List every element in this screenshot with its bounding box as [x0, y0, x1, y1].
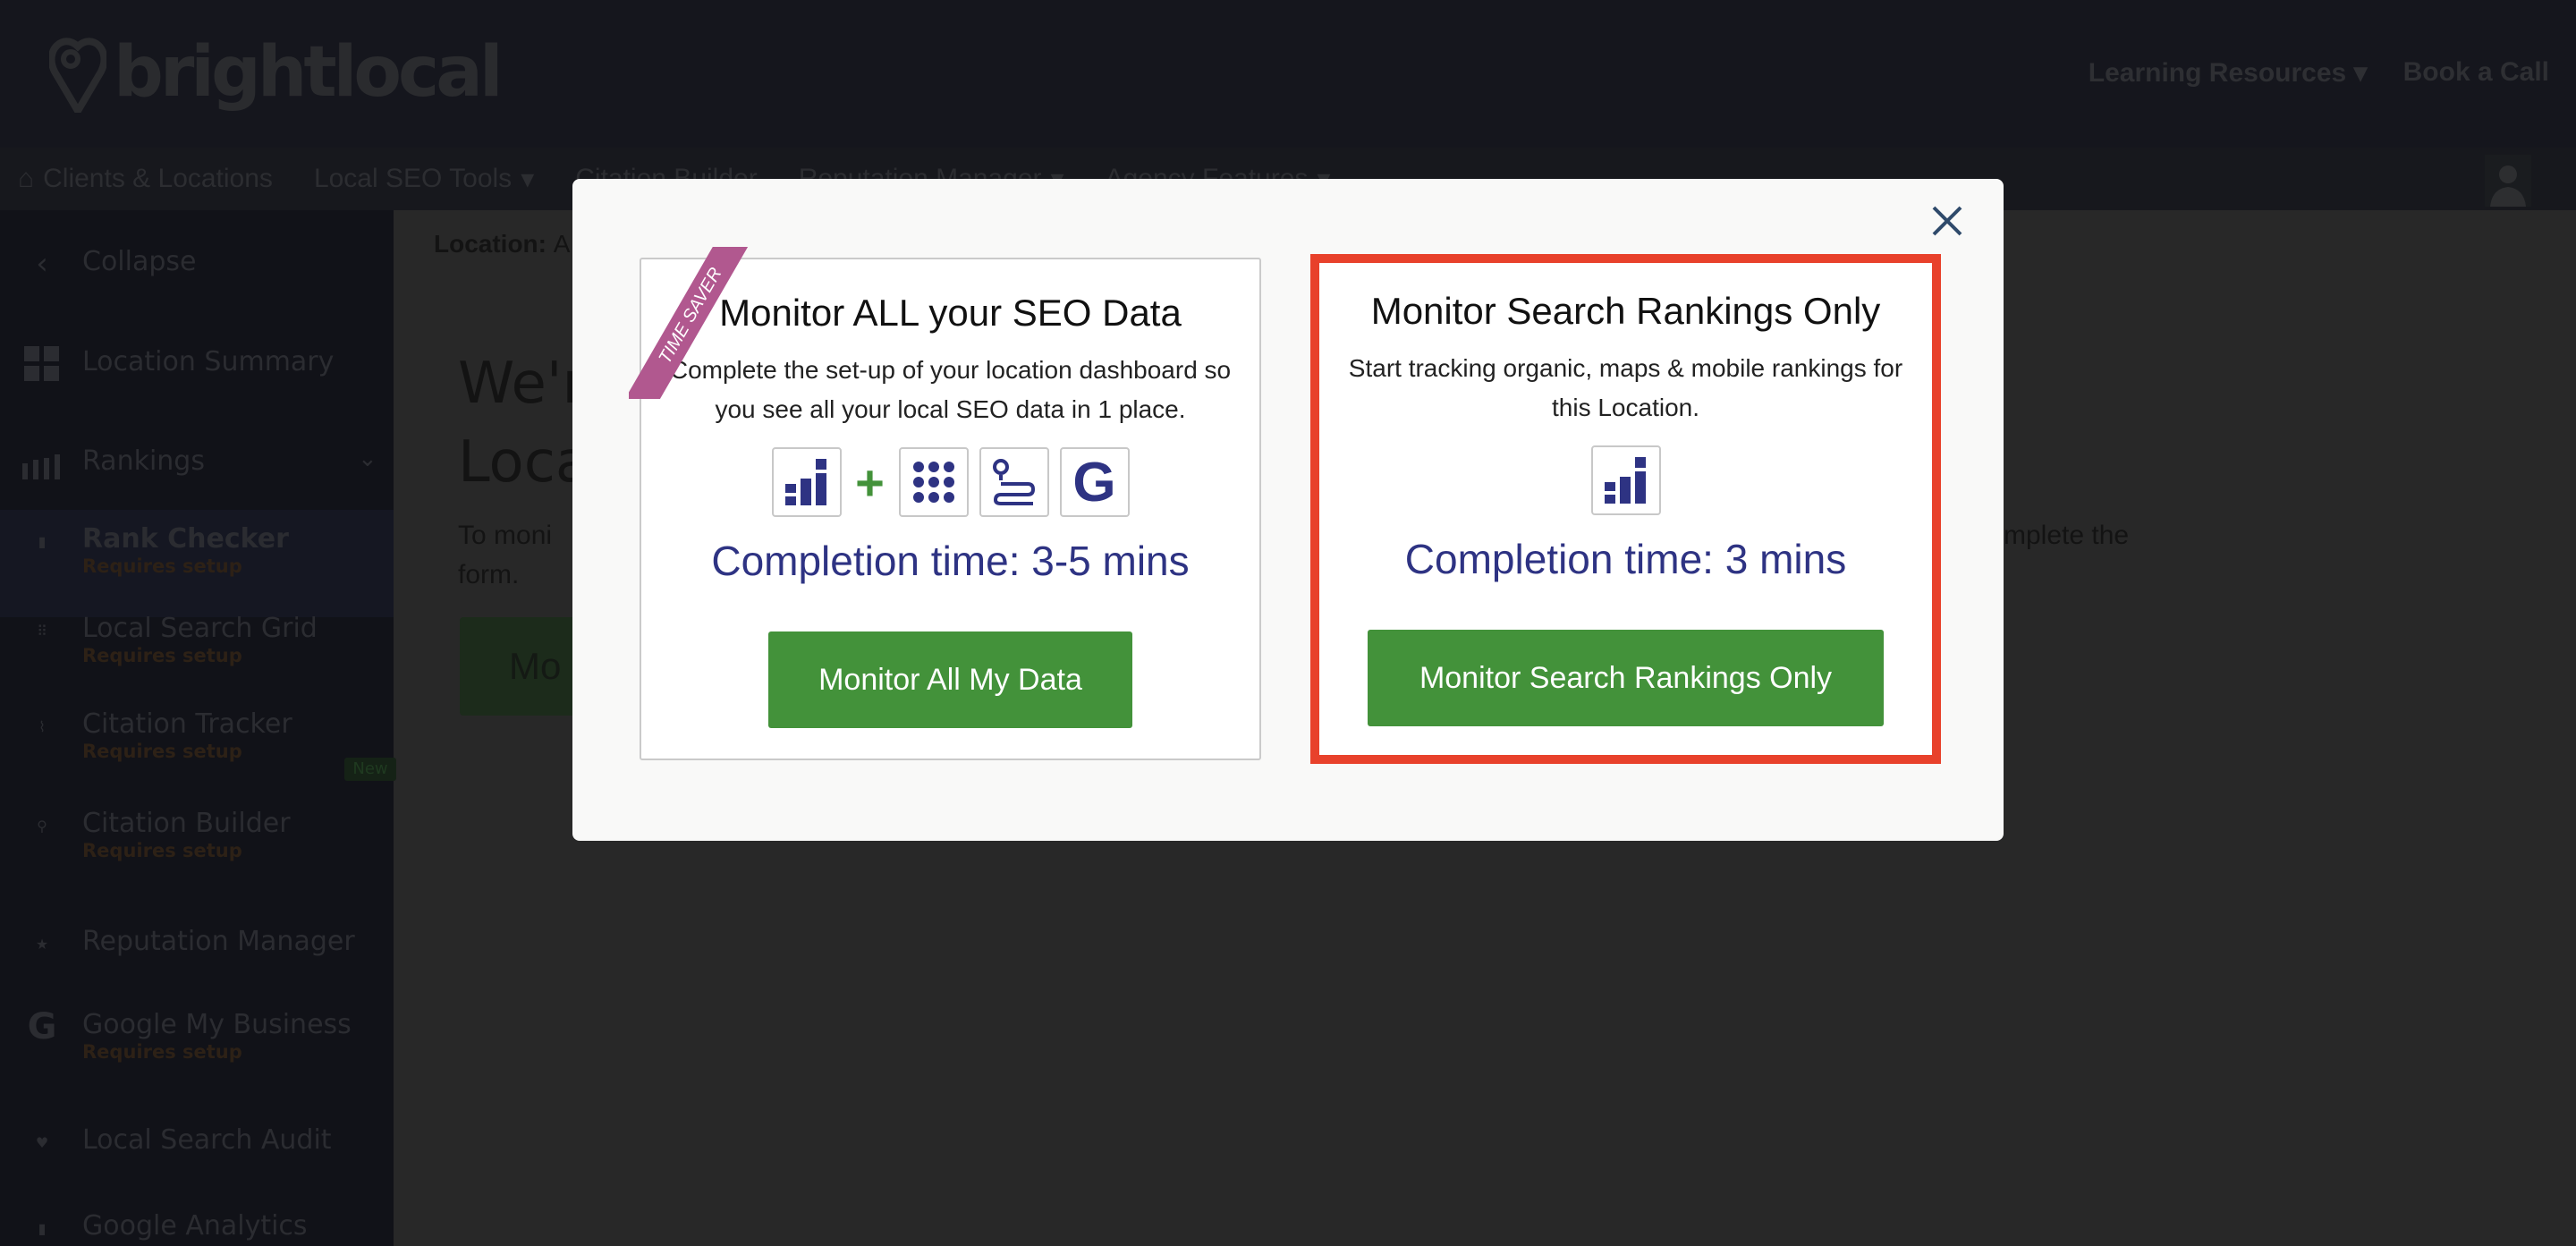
rankings-icon — [21, 445, 63, 481]
sidebar-item-location-summary[interactable]: Location Summary — [0, 346, 394, 382]
monitor-search-rankings-only-button[interactable]: Monitor Search Rankings Only — [1367, 630, 1885, 726]
sidebar-item-citation-tracker[interactable]: ⌇ Citation Tracker Requires setup — [0, 708, 394, 762]
home-icon: ⌂ — [18, 164, 35, 193]
sidebar-item-rank-checker[interactable]: ▮ Rank Checker Requires setup — [0, 523, 394, 577]
sidebar-item-local-search-audit[interactable]: ♥ Local Search Audit — [0, 1124, 394, 1160]
collapse-button[interactable]: ‹ Collapse — [0, 246, 394, 282]
heart-pin-icon — [49, 38, 106, 113]
plus-icon: + — [855, 453, 885, 511]
dots-grid-icon: ⠿ — [37, 622, 47, 640]
sidebar: ‹ Collapse Location Summary Rankings ⌄ ▮ Ra… — [0, 210, 396, 1246]
sidebar-item-rankings[interactable]: Rankings ⌄ — [0, 445, 394, 481]
google-icon: G — [27, 1006, 57, 1047]
route-icon: ⌇ — [38, 717, 46, 735]
star-review-icon: ★ — [35, 935, 49, 953]
google-icon: G — [1059, 447, 1130, 517]
grid-icon — [21, 346, 63, 382]
sidebar-item-local-search-grid[interactable]: ⠿ Local Search Grid Requires setup New — [0, 613, 396, 781]
setup-choice-modal: TIME SAVER Monitor ALL your SEO Data Com… — [572, 179, 2004, 841]
user-icon — [2490, 165, 2526, 207]
sidebar-item-google-my-business[interactable]: G Google My Business Requires setup — [0, 1006, 394, 1063]
monitor-all-card: TIME SAVER Monitor ALL your SEO Data Com… — [629, 247, 1261, 760]
sidebar-item-citation-builder[interactable]: ⚲ Citation Builder Requires setup — [0, 808, 394, 861]
monitor-rankings-card: Monitor Search Rankings Only Start track… — [1310, 254, 1941, 764]
citation-tracker-icon — [979, 447, 1049, 517]
monitor-all-my-data-button[interactable]: Monitor All My Data — [768, 631, 1132, 728]
sidebar-item-reputation-manager[interactable]: ★ Reputation Manager — [0, 926, 394, 962]
brightlocal-logo[interactable]: brightlocal — [49, 32, 504, 113]
top-header: brightlocal Learning Resources ▾ Book a … — [0, 0, 2576, 148]
nav-local-seo-tools[interactable]: Local SEO Tools ▾ — [314, 164, 534, 195]
bar-chart-icon: ▮ — [38, 532, 47, 550]
close-icon[interactable] — [1927, 200, 1968, 242]
rank-checker-icon — [1590, 445, 1661, 515]
page-heading: We'r Loca — [458, 351, 591, 496]
learning-resources-menu[interactable]: Learning Resources ▾ — [2089, 57, 2368, 89]
user-avatar[interactable] — [2485, 155, 2531, 207]
pins-icon: ⚲ — [37, 817, 47, 835]
sidebar-item-google-analytics[interactable]: ▮ Google Analytics — [0, 1210, 394, 1246]
local-search-grid-icon — [898, 447, 969, 517]
audit-icon: ♥ — [35, 1133, 49, 1151]
time-saver-ribbon: TIME SAVER — [629, 247, 781, 399]
book-a-call-link[interactable]: Book a Call — [2403, 57, 2549, 89]
rank-checker-icon — [771, 447, 842, 517]
chevron-left-icon: ‹ — [36, 246, 48, 282]
analytics-icon: ▮ — [38, 1219, 47, 1237]
nav-clients-locations[interactable]: ⌂ Clients & Locations — [18, 164, 273, 194]
chevron-down-icon: ⌄ — [358, 445, 377, 472]
caret-down-icon: ▾ — [521, 164, 535, 194]
